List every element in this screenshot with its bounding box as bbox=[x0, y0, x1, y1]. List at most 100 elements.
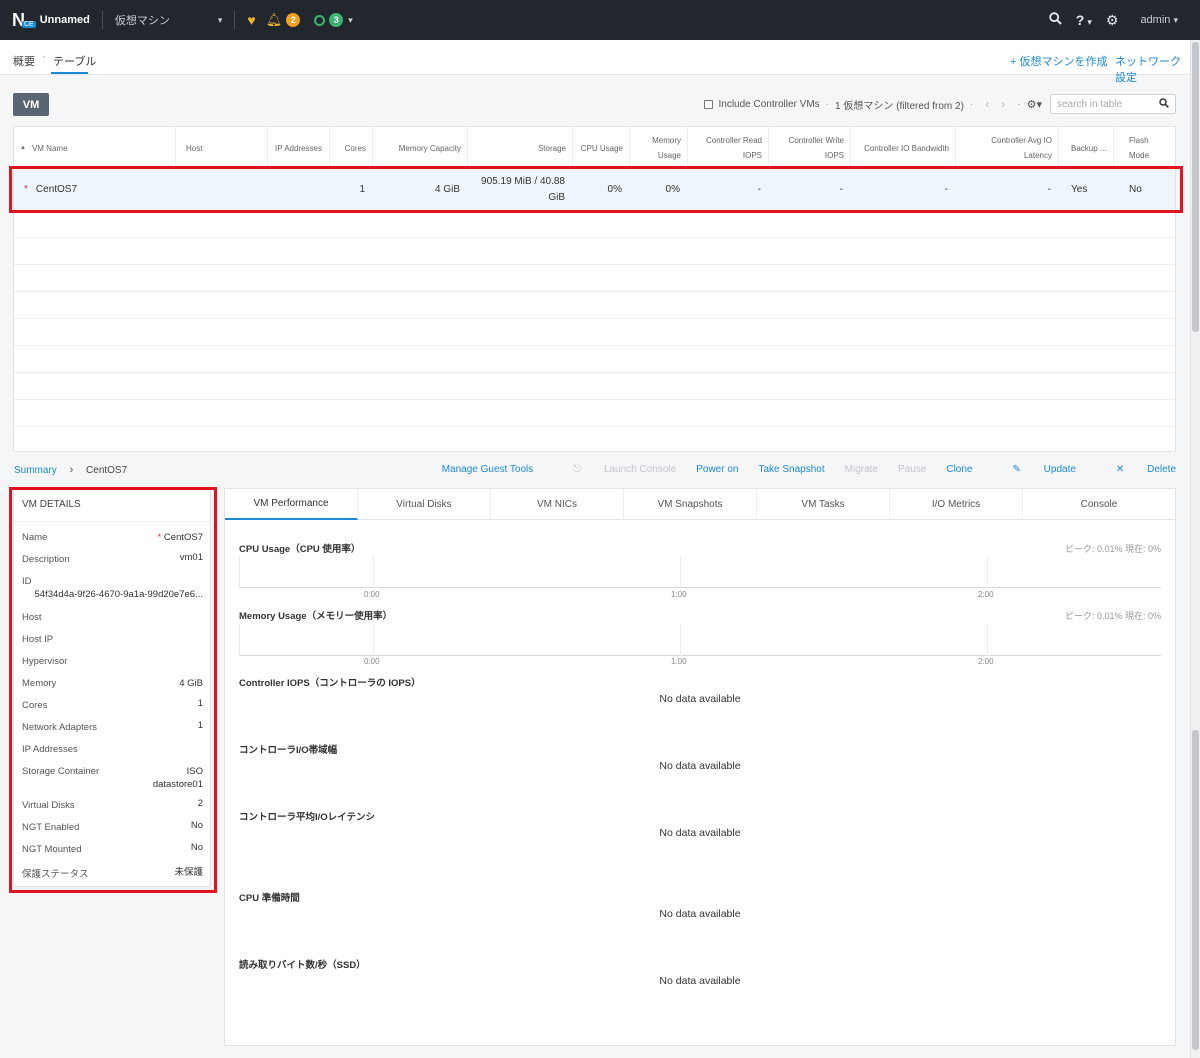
search-icon[interactable] bbox=[1049, 12, 1062, 28]
circle-icon[interactable] bbox=[314, 14, 326, 26]
column-header-cores[interactable]: Cores bbox=[330, 127, 373, 169]
chart-tick-label: 2:00 bbox=[978, 590, 994, 599]
column-header-vm-name[interactable]: ▲ VM Name bbox=[14, 127, 176, 169]
column-header-memory-usage[interactable]: Memory Usage bbox=[630, 127, 688, 169]
search-placeholder: search in table bbox=[1057, 98, 1123, 110]
filter-status: 1 仮想マシン (filtered from 2) bbox=[835, 100, 964, 112]
top-bar-right: ? ▾ ⚙ admin ▾ bbox=[1049, 0, 1178, 40]
launch-console-button[interactable]: ⎋ Launch Console bbox=[553, 464, 676, 475]
chevron-down-icon[interactable]: ▾ bbox=[218, 15, 223, 26]
help-icon[interactable]: ? ▾ bbox=[1076, 12, 1092, 28]
column-header-backup[interactable]: Backup ... bbox=[1059, 127, 1114, 169]
cluster-name: Unnamed bbox=[39, 14, 90, 26]
power-on-button[interactable]: Power on bbox=[696, 464, 738, 475]
scrollbar-thumb[interactable] bbox=[1192, 730, 1199, 1050]
tab-io-metrics[interactable]: I/O Metrics bbox=[890, 489, 1023, 520]
chart-tick-label: 2:00 bbox=[978, 657, 994, 666]
table-cell-write-iops: - bbox=[839, 184, 843, 195]
chart-gridline bbox=[987, 556, 988, 588]
separator: · bbox=[969, 98, 974, 110]
storage-container-link[interactable]: datastore01 bbox=[153, 779, 203, 790]
chart-tick-label: 0:00 bbox=[364, 657, 380, 666]
chevron-right-icon[interactable]: › bbox=[1001, 97, 1005, 111]
detail-row-ngt-mounted: NGT Mounted No bbox=[22, 842, 203, 855]
tab-vm-snapshots[interactable]: VM Snapshots bbox=[624, 489, 757, 520]
column-header-cpu-usage[interactable]: CPU Usage bbox=[573, 127, 630, 169]
memory-usage-title: Memory Usage（メモリー使用率） bbox=[239, 611, 393, 622]
migrate-button[interactable]: Migrate bbox=[845, 464, 878, 475]
create-vm-button[interactable]: + 仮想マシンを作成 bbox=[1010, 53, 1107, 69]
scrollbar-thumb[interactable] bbox=[1192, 42, 1199, 332]
alerts-count-badge[interactable]: 2 bbox=[286, 13, 301, 27]
vm-details-panel: VM DETAILS Name * CentOS7 Description vm… bbox=[13, 489, 211, 887]
user-menu[interactable]: admin ▾ bbox=[1140, 14, 1178, 26]
detail-row-host-ip: Host IP bbox=[22, 634, 54, 645]
include-controller-checkbox[interactable] bbox=[703, 99, 713, 109]
tab-table[interactable]: テーブル bbox=[53, 53, 96, 69]
chart-gridline bbox=[987, 624, 988, 656]
breadcrumb-summary[interactable]: Summary bbox=[14, 465, 57, 476]
tab-virtual-disks[interactable]: Virtual Disks bbox=[358, 489, 491, 520]
vm-details-title: VM DETAILS bbox=[22, 499, 81, 510]
detail-row-description: Description vm01 bbox=[22, 552, 203, 565]
detail-value-id: 54f34d4a-9f26-4670-9a1a-99d20e7e6... bbox=[34, 589, 203, 600]
table-cell-vm-name[interactable]: * CentOS7 bbox=[16, 169, 176, 211]
storage-container-link[interactable]: ISO bbox=[187, 766, 203, 777]
tab-vm-tasks[interactable]: VM Tasks bbox=[757, 489, 890, 520]
chart-tick-label: 1:00 bbox=[671, 590, 687, 599]
tab-console[interactable]: Console bbox=[1023, 489, 1175, 520]
logo[interactable]: N CE Unnamed bbox=[12, 10, 90, 31]
table-cell-memory: 4 GiB bbox=[434, 184, 460, 195]
table-cell-avg-latency: - bbox=[1047, 184, 1051, 195]
tab-overview[interactable]: 概要 bbox=[13, 53, 35, 69]
main-menu[interactable]: 仮想マシン bbox=[115, 12, 170, 28]
column-header-controller-avg-io-latency[interactable]: Controller Avg IO Latency bbox=[956, 127, 1059, 169]
bell-icon[interactable]: 🔔︎ bbox=[266, 12, 283, 28]
divider bbox=[101, 11, 103, 29]
tab-vm-performance[interactable]: VM Performance bbox=[225, 489, 358, 520]
chevron-down-icon[interactable]: ▾ bbox=[348, 15, 353, 26]
take-snapshot-button[interactable]: Take Snapshot bbox=[758, 464, 824, 475]
divider bbox=[14, 521, 210, 522]
clone-button[interactable]: Clone bbox=[946, 464, 972, 475]
table-cell-backup: Yes bbox=[1071, 184, 1088, 195]
pause-button[interactable]: Pause bbox=[898, 464, 926, 475]
row-divider bbox=[14, 372, 1175, 373]
column-header-storage[interactable]: Storage bbox=[468, 127, 573, 169]
page-scrollbar[interactable] bbox=[1190, 40, 1200, 1058]
detail-row-protection-status: 保護ステータス 未保護 bbox=[22, 867, 203, 880]
delete-button[interactable]: ✕ Delete bbox=[1096, 464, 1176, 475]
column-header-ip-addresses[interactable]: IP Addresses bbox=[268, 127, 330, 169]
column-header-memory-capacity[interactable]: Memory Capacity bbox=[373, 127, 468, 169]
table-cell-storage: 905.19 MiB / 40.88 GiB bbox=[481, 176, 565, 203]
cpu-ready-time-title: CPU 準備時間 bbox=[239, 893, 300, 904]
row-divider bbox=[14, 345, 1175, 346]
chevron-left-icon[interactable]: ‹ bbox=[985, 97, 989, 111]
sort-icon: ▲ bbox=[20, 144, 26, 151]
column-header-controller-write-iops[interactable]: Controller Write IOPS bbox=[769, 127, 851, 169]
detail-row-memory: Memory 4 GiB bbox=[22, 678, 203, 689]
update-button[interactable]: ✎ Update bbox=[993, 464, 1076, 475]
read-bytes-title: 読み取りバイト数/秒（SSD） bbox=[239, 960, 366, 971]
detail-row-name: Name * CentOS7 bbox=[22, 532, 203, 543]
network-settings-link[interactable]: ネットワーク設定 bbox=[1115, 53, 1190, 85]
gear-icon[interactable]: ⚙ bbox=[1106, 12, 1119, 29]
column-header-controller-read-iops[interactable]: Controller Read IOPS bbox=[688, 127, 769, 169]
gear-icon[interactable]: ⚙▾ bbox=[1027, 98, 1042, 111]
heart-icon[interactable]: ♥ bbox=[247, 12, 255, 28]
tab-vm-nics[interactable]: VM NICs bbox=[491, 489, 624, 520]
search-icon bbox=[1159, 97, 1169, 111]
breadcrumb-current: CentOS7 bbox=[86, 465, 128, 476]
detail-row-ngt-enabled: NGT Enabled No bbox=[22, 820, 203, 833]
column-header-host[interactable]: Host bbox=[176, 127, 268, 169]
manage-guest-tools-button[interactable]: Manage Guest Tools bbox=[442, 464, 534, 475]
external-link-icon: ⎋ bbox=[573, 464, 584, 475]
table-cell-io-bandwidth: - bbox=[944, 184, 948, 195]
column-header-flash-mode[interactable]: Flash Mode bbox=[1114, 127, 1175, 169]
column-header-controller-io-bandwidth[interactable]: Controller IO Bandwidth bbox=[851, 127, 956, 169]
breadcrumb: Summary › CentOS7 bbox=[14, 464, 127, 476]
tasks-count-badge[interactable]: 3 bbox=[329, 13, 344, 27]
chart-tick-label: 0:00 bbox=[364, 590, 380, 599]
vm-button[interactable]: VM bbox=[13, 93, 49, 116]
search-input[interactable]: search in table bbox=[1050, 94, 1176, 114]
